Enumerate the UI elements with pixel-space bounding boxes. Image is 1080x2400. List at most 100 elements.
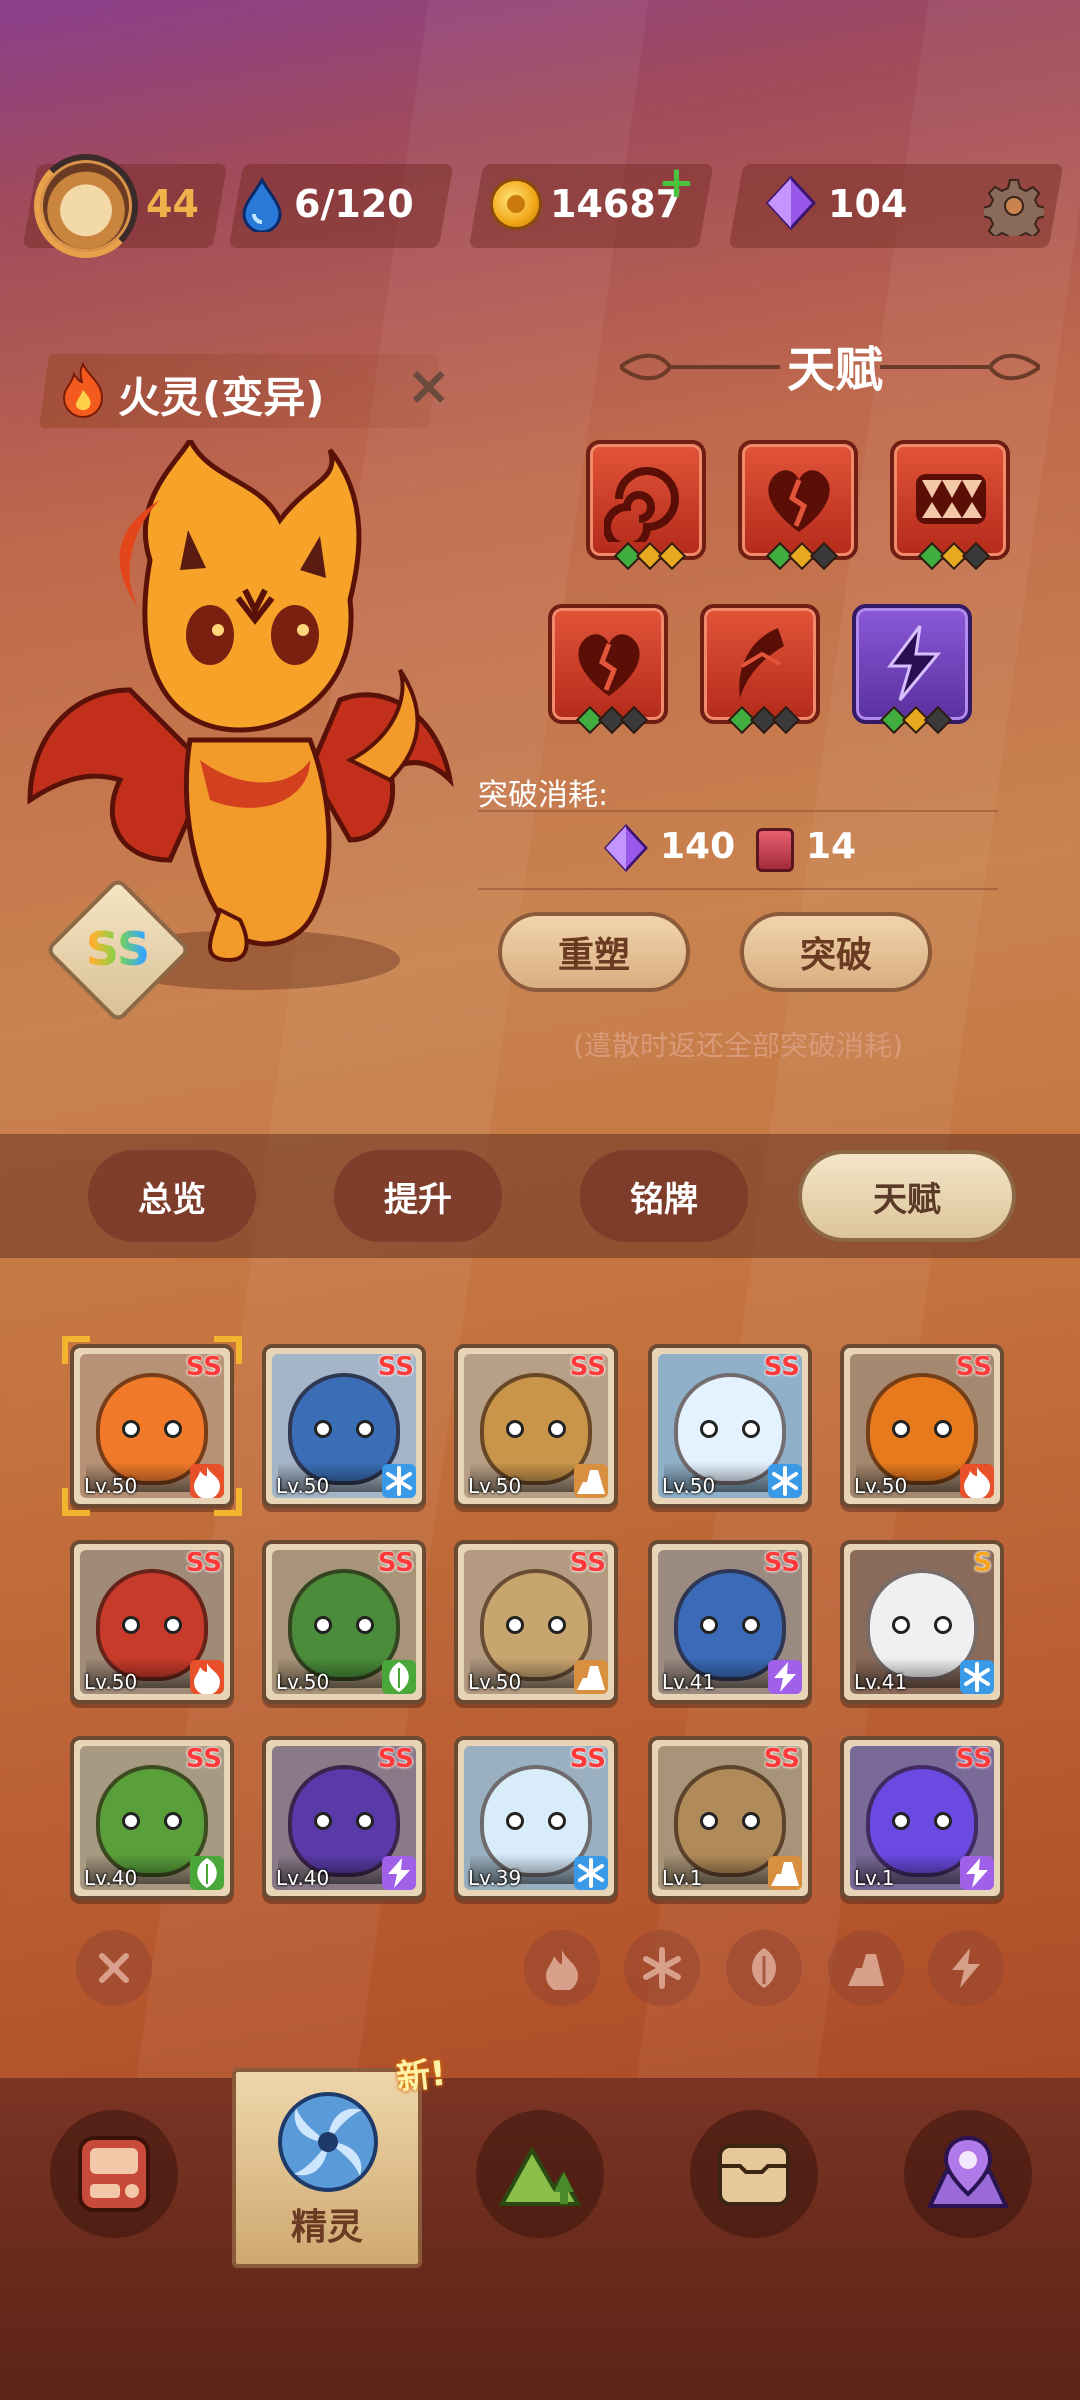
pet-rank: SS [763, 1548, 800, 1578]
skill-level-stars [762, 541, 842, 571]
pet-card[interactable]: Lv.50 SS [454, 1540, 618, 1704]
earth-element-icon [574, 1660, 608, 1694]
tab-overview[interactable]: 总览 [88, 1150, 256, 1242]
ice-filter-button[interactable] [624, 1930, 700, 2006]
pet-card[interactable]: Lv.50 SS [70, 1344, 234, 1508]
leaf-filter-button[interactable] [726, 1930, 802, 2006]
player-avatar[interactable] [34, 154, 138, 258]
clear-filter-icon [99, 1953, 129, 1983]
pet-card[interactable]: Lv.39 SS [454, 1736, 618, 1900]
tab-nameplate[interactable]: 铭牌 [580, 1150, 748, 1242]
selection-corner [62, 1336, 90, 1364]
star-icon [961, 541, 991, 571]
star-icon [923, 705, 953, 735]
pet-eyes [122, 1812, 182, 1831]
fire-filter-button[interactable] [524, 1930, 600, 2006]
pet-eyes [506, 1616, 566, 1635]
pet-rank: SS [955, 1352, 992, 1382]
skill-level-stars [572, 705, 652, 735]
clear-filter-button[interactable] [76, 1930, 152, 2006]
pet-rank: S [973, 1548, 992, 1578]
nav-chest[interactable] [690, 2110, 818, 2238]
mountain-icon [498, 2145, 582, 2206]
tab-upgrade[interactable]: 提升 [334, 1150, 502, 1242]
pet-level: Lv.1 [854, 1866, 895, 1890]
pet-level: Lv.50 [854, 1474, 908, 1498]
pet-eyes [892, 1812, 952, 1831]
star-icon [619, 705, 649, 735]
pet-card[interactable]: Lv.1 SS [840, 1736, 1004, 1900]
fire-icon [62, 361, 104, 418]
pet-card[interactable]: Lv.50 SS [262, 1344, 426, 1508]
nav-mountain[interactable] [476, 2110, 604, 2238]
machine-icon [78, 2136, 150, 2212]
pet-card[interactable]: Lv.40 SS [262, 1736, 426, 1900]
selection-corner [62, 1488, 90, 1516]
pet-eyes [314, 1616, 374, 1635]
pet-eyes [314, 1812, 374, 1831]
pet-level: Lv.50 [468, 1474, 522, 1498]
ice-element-icon [960, 1660, 994, 1694]
pet-level: Lv.50 [276, 1670, 330, 1694]
tab-talent[interactable]: 天赋 [798, 1150, 1016, 1242]
pet-card[interactable]: Lv.50 SS [648, 1344, 812, 1508]
pet-rank: SS [763, 1352, 800, 1382]
breakthrough-button[interactable]: 突破 [740, 912, 932, 992]
skill-level-stars [724, 705, 804, 735]
talent-skill-2[interactable] [738, 440, 858, 571]
ice-filter-icon [643, 1947, 681, 1989]
pet-card[interactable]: Lv.41 SS [648, 1540, 812, 1704]
star-icon [809, 541, 839, 571]
talent-skill-5[interactable] [700, 604, 820, 735]
pet-card[interactable]: Lv.50 SS [262, 1540, 426, 1704]
cost-label: 突破消耗: [478, 778, 609, 813]
pet-eyes [892, 1616, 952, 1635]
pet-eyes [700, 1616, 760, 1635]
selection-corner [214, 1336, 242, 1364]
pet-eyes [122, 1616, 182, 1635]
talent-skill-3[interactable] [890, 440, 1010, 571]
earth-filter-icon [848, 1954, 884, 1986]
plus-icon[interactable]: + [658, 161, 695, 205]
reset-button[interactable]: 重塑 [498, 912, 690, 992]
pet-level: Lv.41 [662, 1670, 716, 1694]
slash-icon [739, 628, 784, 698]
talent-skill-1[interactable] [586, 440, 706, 571]
close-icon[interactable]: × [406, 359, 451, 413]
chest-icon [718, 2144, 790, 2206]
pet-card[interactable]: Lv.41 S [840, 1540, 1004, 1704]
nav-map[interactable] [904, 2110, 1032, 2238]
leaf-element-icon [382, 1660, 416, 1694]
talent-skill-6[interactable] [852, 604, 972, 735]
thunder-element-icon [382, 1856, 416, 1890]
pet-rank: SS [569, 1744, 606, 1774]
pet-rank: SS [185, 1548, 222, 1578]
divider [478, 888, 998, 890]
pet-card[interactable]: Lv.50 SS [70, 1540, 234, 1704]
pet-eyes [892, 1420, 952, 1439]
pet-card[interactable]: Lv.50 SS [454, 1344, 618, 1508]
pet-card[interactable]: Lv.50 SS [840, 1344, 1004, 1508]
gear-icon[interactable] [984, 176, 1044, 236]
earth-filter-button[interactable] [828, 1930, 904, 2006]
pet-eyes [700, 1812, 760, 1831]
pet-card[interactable]: Lv.40 SS [70, 1736, 234, 1900]
skill-level-stars [914, 541, 994, 571]
pet-card[interactable]: Lv.1 SS [648, 1736, 812, 1900]
pet-rank: SS [569, 1548, 606, 1578]
pet-level: Lv.50 [662, 1474, 716, 1498]
card-cost-icon [756, 828, 794, 872]
thunder-filter-button[interactable] [928, 1930, 1004, 2006]
nav-machine[interactable] [50, 2110, 178, 2238]
talent-skill-4[interactable] [548, 604, 668, 735]
pet-eyes [506, 1420, 566, 1439]
thunder-element-icon [768, 1660, 802, 1694]
pet-eyes [700, 1420, 760, 1439]
pet-rank: SS [955, 1744, 992, 1774]
flourish-right-icon [880, 353, 1040, 381]
refund-note: (遣散时返还全部突破消耗) [573, 1029, 903, 1062]
pet-eyes [314, 1420, 374, 1439]
selection-corner [214, 1488, 242, 1516]
pet-level: Lv.40 [84, 1866, 138, 1890]
pet-name: 火灵(变异) [118, 373, 325, 422]
